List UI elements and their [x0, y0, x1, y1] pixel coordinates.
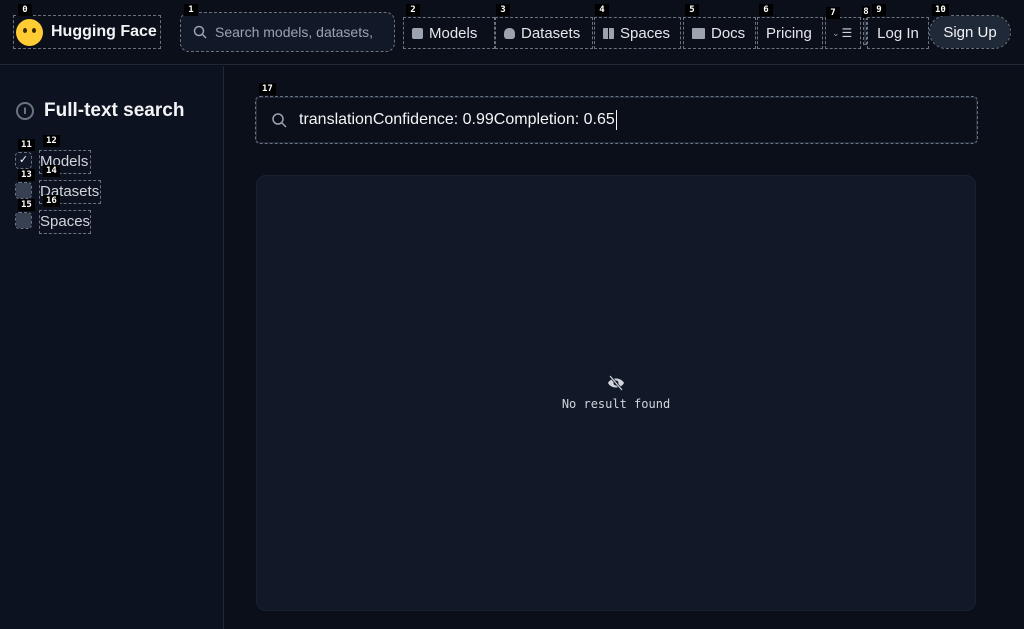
marker-label: 17: [259, 83, 276, 95]
global-search-input[interactable]: Search models, datasets,: [180, 12, 395, 52]
marker-label: 16: [43, 195, 60, 207]
marker-label: 5: [685, 4, 699, 16]
marker-label: 7: [826, 7, 840, 19]
search-query-value: translationConfidence: 0.99Completion: 0…: [299, 110, 617, 130]
brand-home-link[interactable]: Hugging Face: [13, 15, 161, 49]
nav-pricing[interactable]: Pricing: [757, 17, 823, 49]
checkmark-icon: ✓: [18, 154, 29, 166]
menu-icon: ☰: [841, 26, 853, 40]
nav-divider: [863, 17, 867, 45]
sidebar-title: I Full-text search: [16, 100, 184, 122]
book-icon: [692, 27, 705, 39]
text-caret: [615, 110, 617, 130]
models-checkbox[interactable]: ✓: [15, 152, 32, 169]
login-link[interactable]: Log In: [867, 17, 929, 49]
cube-icon: [412, 27, 423, 39]
spaces-filter-label[interactable]: Spaces: [39, 210, 91, 234]
marker-label: 15: [18, 199, 35, 211]
marker-label: 2: [406, 4, 420, 16]
nav-docs-label: Docs: [711, 24, 746, 42]
brand-name: Hugging Face: [51, 23, 157, 40]
text-cursor-icon: I: [16, 102, 34, 120]
nav-docs[interactable]: Docs: [683, 17, 756, 49]
marker-label: 3: [496, 4, 510, 16]
marker-label: 13: [18, 169, 35, 181]
nav-pricing-label: Pricing: [766, 24, 812, 42]
marker-label: 8: [862, 6, 870, 18]
marker-label: 14: [43, 165, 60, 177]
marker-label: 9: [872, 4, 886, 16]
marker-label: 10: [932, 4, 949, 16]
spaces-checkbox[interactable]: [15, 212, 32, 229]
results-panel: No result found: [256, 175, 976, 611]
eye-off-icon: [608, 375, 624, 391]
marker-label: 0: [18, 4, 32, 16]
sidebar-title-text: Full-text search: [44, 100, 185, 121]
marker-label: 6: [759, 4, 773, 16]
search-icon: [272, 113, 287, 128]
marker-label: 11: [18, 139, 35, 151]
marker-label: 1: [184, 4, 198, 16]
marker-label: 12: [43, 135, 60, 147]
nav-datasets-label: Datasets: [521, 24, 581, 42]
search-icon: [193, 25, 207, 39]
hugging-face-logo-icon: [16, 18, 43, 46]
full-text-search-input[interactable]: translationConfidence: 0.99Completion: 0…: [255, 96, 978, 144]
nav-models-label: Models: [429, 24, 478, 42]
search-placeholder: Search models, datasets,: [215, 24, 373, 40]
datasets-checkbox[interactable]: [15, 182, 32, 199]
grid-icon: [603, 27, 614, 39]
nav-spaces[interactable]: Spaces: [594, 17, 681, 49]
signup-label: Sign Up: [943, 23, 997, 41]
login-label: Log In: [877, 24, 919, 42]
chevron-down-icon: ⌄: [832, 27, 840, 38]
marker-label: 4: [595, 4, 609, 16]
signup-button[interactable]: Sign Up: [929, 15, 1011, 49]
more-menu-button[interactable]: ⌄ ☰: [825, 17, 861, 49]
no-results-message: No result found: [561, 397, 671, 411]
nav-models[interactable]: Models: [403, 17, 495, 49]
nav-spaces-label: Spaces: [620, 24, 671, 42]
database-icon: [504, 27, 515, 39]
nav-datasets[interactable]: Datasets: [495, 17, 593, 49]
